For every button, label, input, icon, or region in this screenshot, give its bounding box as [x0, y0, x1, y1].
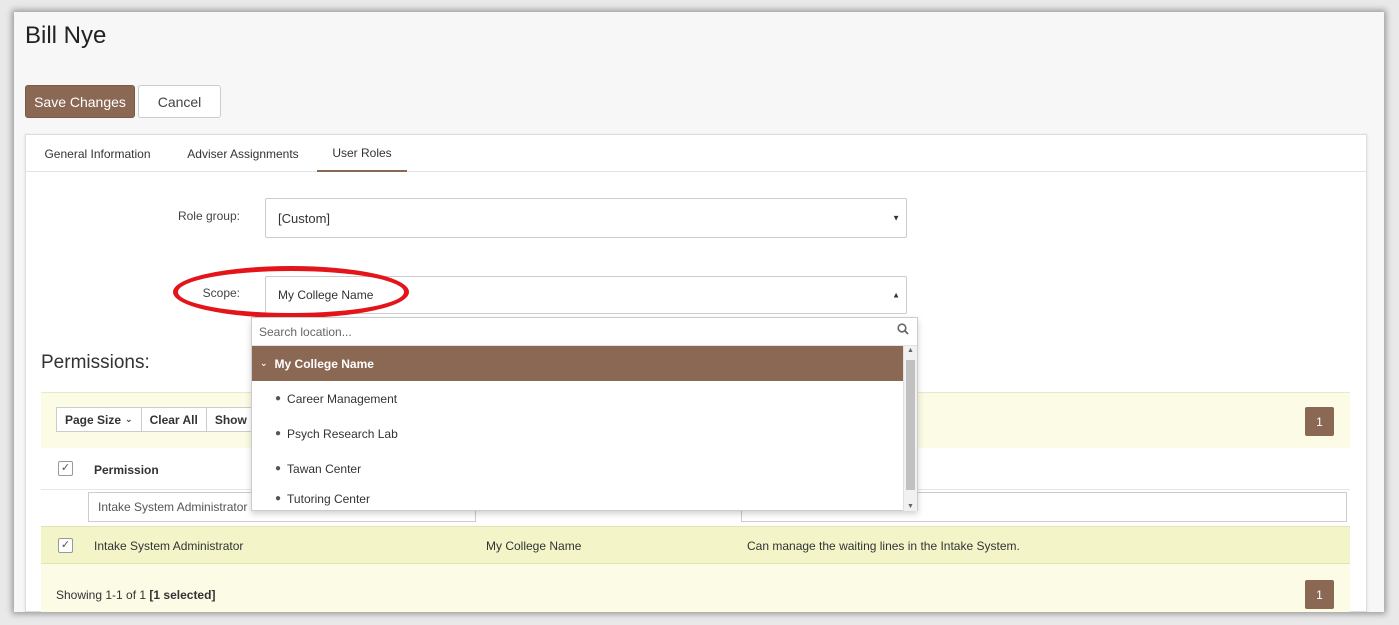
cancel-button[interactable]: Cancel [138, 85, 221, 118]
scrollbar-thumb[interactable] [906, 360, 915, 490]
search-location-input[interactable]: Search location... [252, 318, 917, 346]
search-icon [897, 323, 909, 338]
scope-dropdown-menu: Search location... ⌄ My College Name ● C… [251, 317, 918, 511]
permissions-heading: Permissions: [41, 352, 150, 373]
row-description: Can manage the waiting lines in the Inta… [747, 539, 1020, 553]
highlight-annotation [173, 266, 409, 318]
tab-user-roles[interactable]: User Roles [317, 135, 407, 172]
tab-adviser-assignments[interactable]: Adviser Assignments [169, 135, 317, 172]
role-group-select[interactable]: [Custom] ▼ [265, 198, 907, 238]
chevron-down-icon: ⌄ [260, 358, 268, 368]
page-size-label: Page Size [65, 412, 122, 427]
row-checkbox[interactable]: ✓ [58, 538, 73, 553]
selected-count: [1 selected] [149, 588, 216, 602]
page-title: Bill Nye [25, 22, 107, 49]
row-scope: My College Name [486, 539, 582, 553]
show-button[interactable]: Show [207, 408, 255, 431]
page-size-button[interactable]: Page Size ⌄ [57, 408, 142, 431]
grid-footer: Showing 1-1 of 1 [1 selected] 1 [41, 564, 1350, 612]
footer-page-number-button[interactable]: 1 [1305, 580, 1334, 609]
location-option-my-college-name[interactable]: ⌄ My College Name [252, 346, 903, 381]
location-option-career-management[interactable]: ● Career Management [252, 381, 903, 416]
location-option-tutoring-center[interactable]: ● Tutoring Center [252, 486, 903, 511]
chevron-down-icon: ⌄ [125, 414, 133, 424]
page-number-button[interactable]: 1 [1305, 407, 1334, 436]
caret-down-icon: ▼ [892, 213, 900, 223]
caret-up-icon: ▲ [892, 290, 900, 300]
role-group-value: [Custom] [278, 210, 331, 226]
option-label: Tutoring Center [287, 491, 370, 506]
location-option-tawan-center[interactable]: ● Tawan Center [252, 451, 903, 486]
location-icon: ● [275, 393, 282, 404]
dropdown-scrollbar[interactable]: ▲ ▼ [903, 346, 917, 511]
tab-bar: General Information Adviser Assignments … [26, 135, 1366, 172]
location-icon: ● [275, 493, 282, 504]
role-group-label: Role group: [177, 209, 240, 223]
option-label: My College Name [274, 356, 374, 371]
option-label: Psych Research Lab [287, 426, 398, 441]
table-row[interactable]: ✓ Intake System Administrator My College… [41, 526, 1350, 564]
location-icon: ● [275, 463, 282, 474]
showing-count: Showing 1-1 of 1 [1 selected] [56, 588, 215, 602]
permission-column-header[interactable]: Permission [94, 463, 159, 477]
showing-text: Showing 1-1 of 1 [56, 588, 147, 602]
clear-all-button[interactable]: Clear All [142, 408, 207, 431]
select-all-checkbox[interactable]: ✓ [58, 461, 73, 476]
save-changes-button[interactable]: Save Changes [25, 85, 135, 118]
toolbar-button-group: Page Size ⌄ Clear All Show [56, 407, 256, 432]
location-icon: ● [275, 428, 282, 439]
scroll-down-arrow-icon[interactable]: ▼ [907, 503, 914, 510]
option-label: Tawan Center [287, 461, 362, 476]
location-option-psych-research-lab[interactable]: ● Psych Research Lab [252, 416, 903, 451]
option-label: Career Management [287, 391, 398, 406]
app-window: Bill Nye Save Changes Cancel General Inf… [14, 12, 1384, 612]
tab-general-information[interactable]: General Information [26, 135, 169, 172]
row-permission: Intake System Administrator [94, 539, 244, 553]
scroll-up-arrow-icon[interactable]: ▲ [907, 347, 914, 354]
